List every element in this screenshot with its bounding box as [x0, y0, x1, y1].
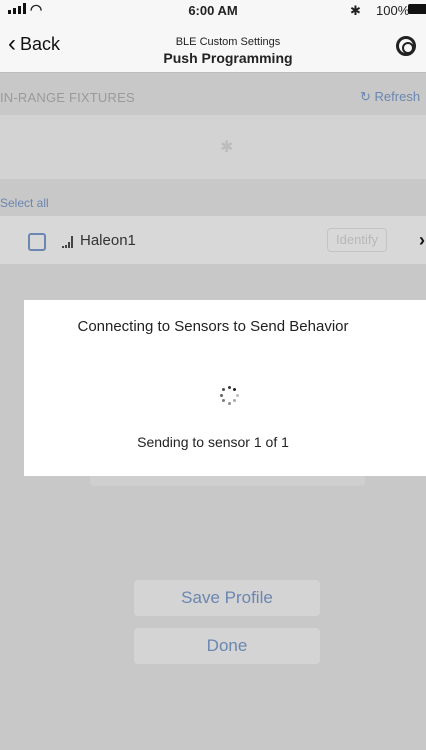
fixture-row[interactable]: Haleon1 Identify ›: [0, 216, 426, 264]
battery-percent: 100%: [376, 3, 410, 18]
chevron-right-icon[interactable]: ›: [419, 230, 425, 251]
lifebuoy-icon[interactable]: [396, 36, 416, 56]
signal-strength-icon: [62, 236, 73, 248]
bluetooth-icon: ✱: [350, 3, 361, 18]
navigation-bar: ‹ Back BLE Custom Settings Push Programm…: [0, 20, 426, 73]
dialog-title: Connecting to Sensors to Send Behavior: [77, 318, 349, 335]
section-title: IN-RANGE FIXTURES: [0, 90, 135, 105]
refresh-button[interactable]: ↻ Refresh: [360, 89, 420, 105]
done-button[interactable]: Done: [134, 628, 320, 664]
status-time: 6:00 AM: [188, 3, 238, 18]
refresh-icon: ↻: [360, 89, 371, 104]
fixture-name: Haleon1: [80, 232, 136, 249]
nav-subtitle: BLE Custom Settings: [175, 36, 281, 48]
status-bar: ◠ 6:00 AM ✱ 100%: [0, 0, 426, 20]
fixtures-section-header: IN-RANGE FIXTURES ↻ Refresh: [0, 80, 426, 114]
save-profile-button[interactable]: Save Profile: [134, 580, 320, 616]
loading-spinner-icon: [218, 384, 240, 406]
progress-dialog: Connecting to Sensors to Send Behavior S…: [24, 300, 426, 476]
bluetooth-scan-row: ✱: [0, 115, 426, 179]
fixture-checkbox[interactable]: [28, 233, 46, 251]
page-title: Push Programming: [163, 50, 293, 66]
battery-icon: [408, 4, 426, 14]
identify-button[interactable]: Identify: [327, 228, 387, 252]
bluetooth-icon: ✱: [220, 139, 234, 156]
dialog-status: Sending to sensor 1 of 1: [137, 434, 289, 450]
select-all-link[interactable]: Select all: [0, 196, 49, 210]
refresh-label: Refresh: [374, 89, 421, 104]
